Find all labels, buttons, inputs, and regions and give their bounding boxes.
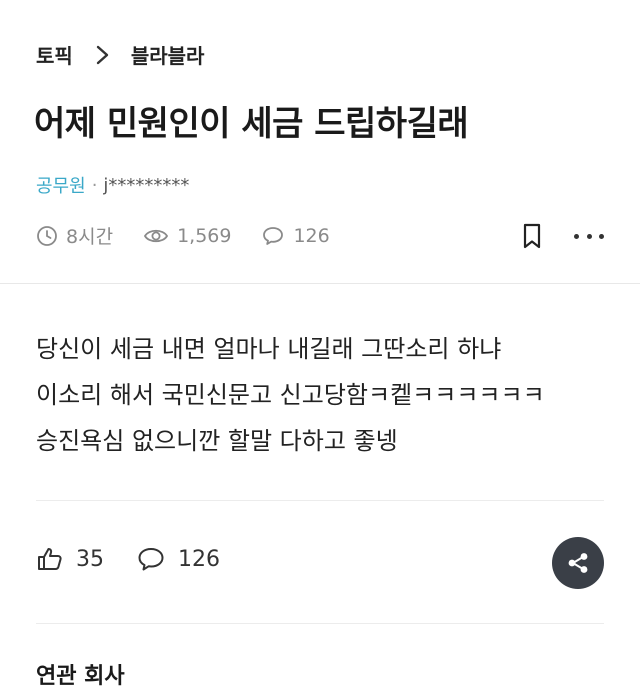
post-views: 1,569	[143, 225, 231, 247]
post-time-text: 8시간	[66, 226, 114, 248]
post-body-line: 당신이 세금 내면 얼마나 내길래 그딴소리 하냐	[36, 335, 502, 363]
post-title: 어제 민원인이 세금 드립하길래	[34, 104, 469, 144]
share-button[interactable]	[552, 537, 604, 589]
bookmark-icon[interactable]	[519, 222, 545, 250]
clock-icon	[37, 225, 57, 246]
author-username: j*********	[103, 174, 190, 196]
related-companies-heading: 연관 회사	[36, 664, 125, 689]
author-separator: ·	[91, 174, 98, 196]
post-author: 공무원 · j*********	[36, 172, 189, 198]
more-dot	[574, 233, 579, 239]
thumbs-up-icon	[38, 548, 62, 570]
more-dot	[586, 233, 592, 239]
post-views-text: 1,569	[177, 224, 232, 247]
divider	[36, 623, 604, 624]
comment-button[interactable]: 126	[136, 545, 220, 573]
post-body-line: 이소리 해서 국민신문고 신고당함ㅋ켙ㅋㅋㅋㅋㅋㅋ	[36, 381, 545, 409]
breadcrumb: 토픽 블라블라	[36, 40, 204, 69]
author-company[interactable]: 공무원	[36, 172, 86, 198]
breadcrumb-root[interactable]: 토픽	[36, 40, 73, 69]
chevron-right-icon	[96, 45, 109, 64]
breadcrumb-current[interactable]: 블라블라	[131, 40, 205, 69]
post-comments[interactable]: 126	[261, 224, 330, 247]
like-button[interactable]: 35	[36, 545, 104, 573]
comment-icon	[138, 548, 164, 571]
reaction-bar: 35 126	[36, 545, 252, 573]
comment-icon	[263, 226, 284, 245]
post-meta: 8시간 1,569 126	[36, 222, 360, 249]
post-comments-text: 126	[293, 224, 330, 247]
divider	[0, 283, 640, 284]
eye-icon	[144, 229, 169, 242]
share-icon	[568, 553, 588, 573]
comment-count: 126	[178, 546, 220, 572]
more-icon[interactable]	[574, 224, 604, 248]
like-count: 35	[76, 546, 104, 572]
divider	[36, 500, 604, 501]
more-dot	[599, 233, 604, 239]
post-time: 8시간	[36, 222, 113, 249]
post-body-line: 승진욕심 없으니깐 할말 다하고 좋넹	[36, 427, 398, 455]
post-body: 당신이 세금 내면 얼마나 내길래 그딴소리 하냐 이소리 해서 국민신문고 신…	[36, 326, 545, 464]
